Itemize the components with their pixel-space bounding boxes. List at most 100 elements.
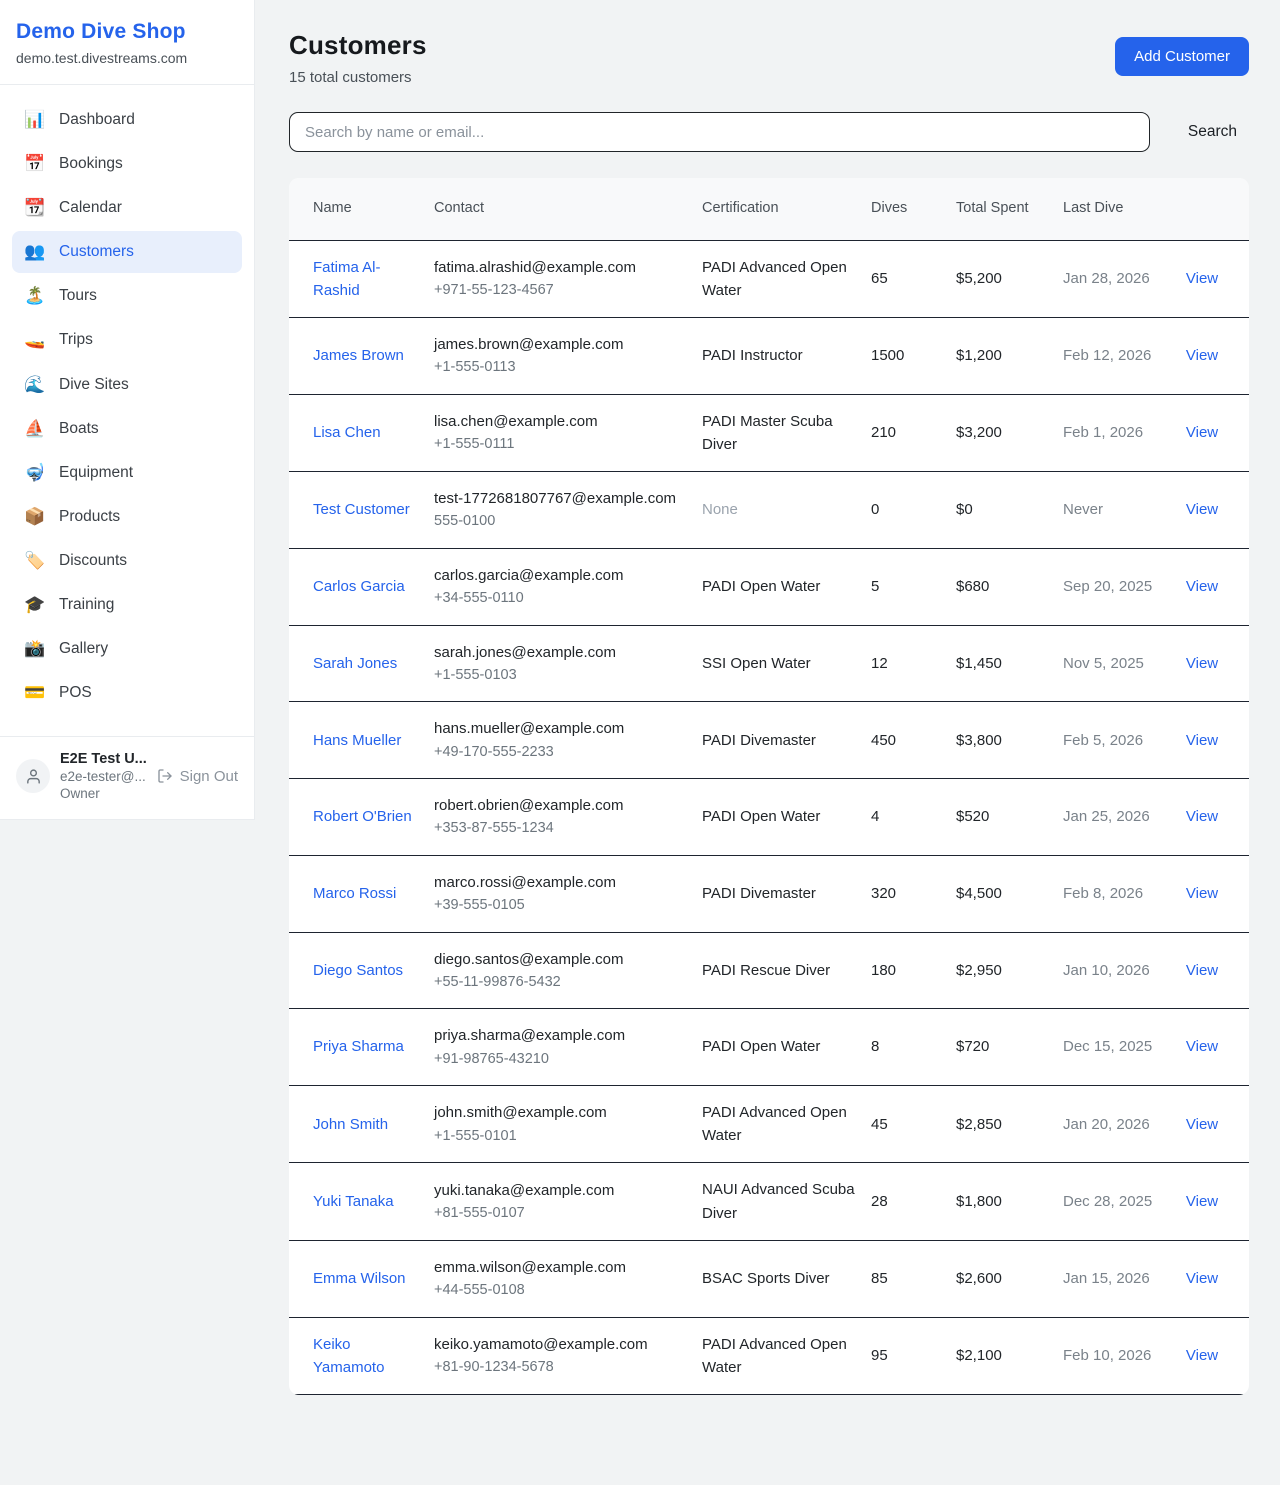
sidebar-item[interactable]: 📊 Dashboard: [12, 99, 242, 141]
sidebar-header: Demo Dive Shop demo.test.divestreams.com: [0, 0, 254, 85]
contact-cell: robert.obrien@example.com +353-87-555-12…: [434, 779, 702, 856]
total-spent-cell: $2,850: [956, 1085, 1063, 1163]
nav-item-label: Dive Sites: [59, 375, 129, 395]
view-cell: View: [1169, 240, 1249, 318]
sidebar-item[interactable]: 📸 Gallery: [12, 628, 242, 670]
view-link[interactable]: View: [1186, 424, 1218, 441]
sidebar-item[interactable]: 💳 POS: [12, 672, 242, 714]
nav-item-label: Calendar: [59, 198, 122, 218]
customer-phone: +353-87-555-1234: [434, 817, 688, 839]
customer-name-link[interactable]: Lisa Chen: [313, 424, 381, 441]
customer-name-link[interactable]: Hans Mueller: [313, 732, 401, 749]
nav-item-icon: 📸: [24, 638, 46, 660]
customer-name-link[interactable]: Priya Sharma: [313, 1038, 404, 1055]
sidebar-item[interactable]: 🏝️ Tours: [12, 275, 242, 317]
view-link[interactable]: View: [1186, 1193, 1218, 1210]
contact-cell: lisa.chen@example.com +1-555-0111: [434, 394, 702, 472]
last-dive-cell: Dec 28, 2025: [1063, 1163, 1169, 1241]
sidebar-item[interactable]: 👥 Customers: [12, 231, 242, 273]
view-link[interactable]: View: [1186, 885, 1218, 902]
page-title: Customers: [289, 30, 427, 61]
name-cell: Emma Wilson: [289, 1240, 434, 1317]
sidebar-item[interactable]: 🌊 Dive Sites: [12, 364, 242, 406]
customer-phone: +34-555-0110: [434, 587, 688, 609]
view-link[interactable]: View: [1186, 578, 1218, 595]
dives-cell: 12: [871, 625, 956, 702]
customer-name-link[interactable]: James Brown: [313, 347, 404, 364]
sidebar-item[interactable]: 🎓 Training: [12, 584, 242, 626]
contact-cell: sarah.jones@example.com +1-555-0103: [434, 625, 702, 702]
customer-name-link[interactable]: Diego Santos: [313, 962, 403, 979]
nav-item-icon: 🌊: [24, 374, 46, 396]
name-cell: Carlos Garcia: [289, 548, 434, 625]
customer-email: marco.rossi@example.com: [434, 871, 688, 894]
nav-item-label: Tours: [59, 286, 97, 306]
nav-item-icon: 🏷️: [24, 550, 46, 572]
sidebar-item[interactable]: 📦 Products: [12, 496, 242, 538]
search-row: Search: [289, 112, 1249, 152]
view-cell: View: [1169, 318, 1249, 395]
last-dive-cell: Dec 15, 2025: [1063, 1009, 1169, 1086]
customer-phone: +44-555-0108: [434, 1279, 688, 1301]
view-link[interactable]: View: [1186, 1038, 1218, 1055]
table-row: Diego Santos diego.santos@example.com +5…: [289, 932, 1249, 1009]
total-spent-cell: $680: [956, 548, 1063, 625]
certification-text: PADI Open Water: [702, 808, 820, 825]
view-link[interactable]: View: [1186, 808, 1218, 825]
sidebar-item[interactable]: 🏷️ Discounts: [12, 540, 242, 582]
sidebar-item[interactable]: 🤿 Equipment: [12, 452, 242, 494]
view-link[interactable]: View: [1186, 1116, 1218, 1133]
customer-name-link[interactable]: Marco Rossi: [313, 885, 396, 902]
view-link[interactable]: View: [1186, 501, 1218, 518]
search-input[interactable]: [289, 112, 1150, 152]
add-customer-button[interactable]: Add Customer: [1115, 37, 1249, 76]
nav-item-label: Dashboard: [59, 110, 135, 130]
view-link[interactable]: View: [1186, 347, 1218, 364]
sidebar-item[interactable]: 📅 Bookings: [12, 143, 242, 185]
customer-name-link[interactable]: Fatima Al-Rashid: [313, 259, 381, 299]
view-link[interactable]: View: [1186, 1270, 1218, 1287]
total-spent-cell: $3,200: [956, 394, 1063, 472]
customer-phone: +971-55-123-4567: [434, 279, 688, 301]
customer-name-link[interactable]: Robert O'Brien: [313, 808, 412, 825]
customer-name-link[interactable]: Emma Wilson: [313, 1270, 406, 1287]
view-link[interactable]: View: [1186, 655, 1218, 672]
column-header: Contact: [434, 178, 702, 240]
customer-name-link[interactable]: Sarah Jones: [313, 655, 397, 672]
certification-text: PADI Open Water: [702, 1038, 820, 1055]
dives-cell: 28: [871, 1163, 956, 1241]
view-link[interactable]: View: [1186, 962, 1218, 979]
view-link[interactable]: View: [1186, 732, 1218, 749]
contact-cell: hans.mueller@example.com +49-170-555-223…: [434, 702, 702, 779]
view-cell: View: [1169, 1240, 1249, 1317]
customer-name-link[interactable]: Test Customer: [313, 501, 410, 518]
dives-cell: 95: [871, 1317, 956, 1395]
contact-cell: carlos.garcia@example.com +34-555-0110: [434, 548, 702, 625]
search-button[interactable]: Search: [1188, 115, 1237, 149]
customer-name-link[interactable]: Yuki Tanaka: [313, 1193, 394, 1210]
customer-email: diego.santos@example.com: [434, 948, 688, 971]
sidebar-item[interactable]: 🚤 Trips: [12, 319, 242, 361]
view-link[interactable]: View: [1186, 1347, 1218, 1364]
view-cell: View: [1169, 1163, 1249, 1241]
customer-name-link[interactable]: Carlos Garcia: [313, 578, 405, 595]
nav-item-icon: 💳: [24, 682, 46, 704]
customer-name-link[interactable]: John Smith: [313, 1116, 388, 1133]
table-row: Robert O'Brien robert.obrien@example.com…: [289, 779, 1249, 856]
customer-name-link[interactable]: Keiko Yamamoto: [313, 1336, 384, 1376]
contact-cell: john.smith@example.com +1-555-0101: [434, 1085, 702, 1163]
customer-email: keiko.yamamoto@example.com: [434, 1333, 688, 1356]
table-row: Carlos Garcia carlos.garcia@example.com …: [289, 548, 1249, 625]
customer-email: james.brown@example.com: [434, 333, 688, 356]
view-link[interactable]: View: [1186, 270, 1218, 287]
sign-out-button[interactable]: Sign Out: [157, 768, 238, 785]
sidebar-item[interactable]: 📆 Calendar: [12, 187, 242, 229]
avatar: [16, 759, 50, 793]
certification-cell: PADI Master Scuba Diver: [702, 394, 871, 472]
view-cell: View: [1169, 472, 1249, 549]
sidebar-item[interactable]: ⛵ Boats: [12, 408, 242, 450]
dives-cell: 450: [871, 702, 956, 779]
nav-item-label: Gallery: [59, 639, 108, 659]
column-header: [1169, 178, 1249, 240]
certification-cell: PADI Advanced Open Water: [702, 1317, 871, 1395]
